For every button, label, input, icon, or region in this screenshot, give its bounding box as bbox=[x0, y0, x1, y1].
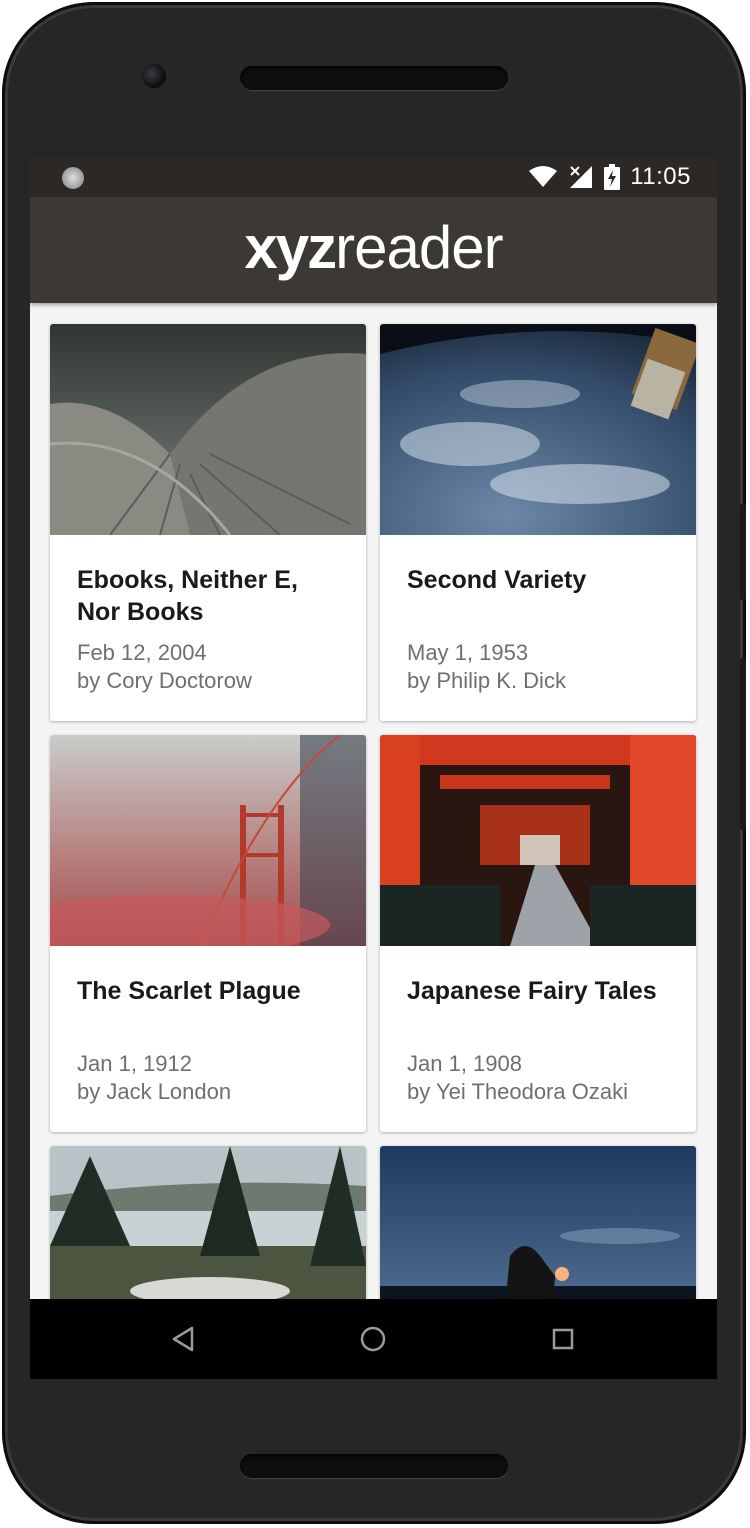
notification-dot-icon bbox=[62, 167, 84, 189]
volume-button bbox=[740, 658, 746, 830]
app-bar: xyzreader bbox=[30, 197, 717, 303]
wifi-icon bbox=[529, 166, 558, 187]
article-card[interactable]: Japanese Fairy Tales Jan 1, 1908 by Yei … bbox=[380, 735, 696, 1132]
article-title: Second Variety bbox=[407, 566, 587, 594]
article-author: by Philip K. Dick bbox=[407, 668, 566, 693]
article-title: Japanese Fairy Tales bbox=[407, 977, 657, 1005]
article-date: May 1, 1953 bbox=[407, 640, 529, 665]
battery-charging-icon bbox=[604, 164, 621, 190]
article-card[interactable]: Ebooks, Neither E, Nor Books Feb 12, 200… bbox=[50, 324, 366, 721]
article-title: Ebooks, Neither E, Nor Books bbox=[77, 566, 298, 626]
logo-light: reader bbox=[335, 214, 503, 281]
article-date: Jan 1, 1908 bbox=[407, 1051, 522, 1076]
home-icon[interactable] bbox=[353, 1319, 393, 1359]
article-thumbnail bbox=[380, 735, 696, 946]
status-bar: 11:05 bbox=[30, 157, 717, 197]
article-thumbnail bbox=[50, 324, 366, 535]
top-speaker bbox=[240, 66, 508, 90]
recents-icon[interactable] bbox=[543, 1319, 583, 1359]
article-date: Feb 12, 2004 bbox=[77, 640, 207, 665]
article-card[interactable]: Second Variety May 1, 1953 by Philip K. … bbox=[380, 324, 696, 721]
app-logo: xyzreader bbox=[244, 218, 503, 278]
article-title: The Scarlet Plague bbox=[77, 977, 301, 1005]
article-thumbnail bbox=[380, 324, 696, 535]
logo-bold: xyz bbox=[244, 214, 337, 281]
article-author: by Yei Theodora Ozaki bbox=[407, 1079, 628, 1104]
status-time: 11:05 bbox=[630, 163, 691, 190]
screen: 11:05 xyzreader Ebooks, Neither E, Nor B… bbox=[30, 157, 717, 1379]
article-thumbnail bbox=[50, 735, 366, 946]
article-author: by Cory Doctorow bbox=[77, 668, 252, 693]
article-card[interactable]: The Scarlet Plague Jan 1, 1912 by Jack L… bbox=[50, 735, 366, 1132]
navigation-bar bbox=[30, 1299, 717, 1379]
power-button bbox=[740, 504, 746, 600]
signal-icon bbox=[568, 164, 593, 188]
back-icon[interactable] bbox=[164, 1319, 204, 1359]
front-camera bbox=[142, 64, 166, 88]
article-date: Jan 1, 1912 bbox=[77, 1051, 192, 1076]
article-author: by Jack London bbox=[77, 1079, 232, 1104]
bottom-speaker bbox=[240, 1454, 508, 1478]
